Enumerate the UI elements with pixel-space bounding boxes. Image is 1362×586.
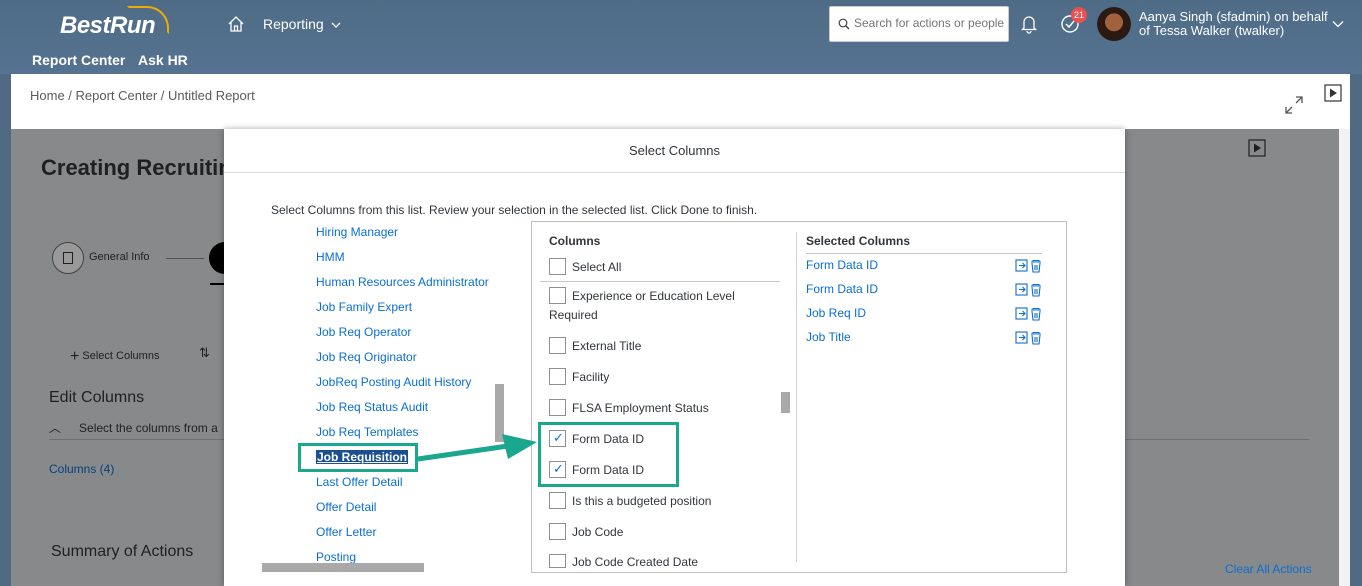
column-checkbox[interactable] — [549, 337, 566, 354]
select-all-label: Select All — [572, 260, 622, 274]
column-label: Job Code Created Date — [572, 555, 699, 569]
list-item[interactable]: Hiring Manager — [316, 225, 398, 239]
column-checkbox[interactable] — [549, 523, 566, 540]
search-icon — [838, 18, 850, 30]
selected-column[interactable]: Form Data ID — [806, 258, 878, 272]
columns-panel: Columns Select All Experience or Educati… — [531, 221, 1067, 573]
search-box[interactable] — [829, 6, 1009, 42]
column-checkbox[interactable] — [549, 368, 566, 385]
columns-header: Columns — [549, 234, 601, 248]
list-item[interactable]: JobReq Posting Audit History — [316, 375, 471, 389]
selected-column[interactable]: Job Req ID — [806, 306, 866, 320]
highlight-box — [298, 443, 418, 472]
rename-icon[interactable] — [1015, 307, 1028, 320]
fullscreen-icon[interactable] — [1284, 95, 1304, 115]
list-hscrollbar-thumb[interactable] — [262, 563, 424, 572]
selected-column[interactable]: Job Title — [806, 330, 851, 344]
nav-report-center[interactable]: Report Center — [32, 52, 125, 68]
breadcrumb[interactable]: Home / Report Center / Untitled Report — [30, 88, 255, 103]
selected-column-actions — [1015, 331, 1041, 345]
logo-arc — [127, 6, 169, 34]
column-checkbox[interactable] — [549, 554, 566, 568]
divider — [540, 281, 780, 282]
selected-column-actions — [1015, 283, 1041, 297]
clear-all-actions-link[interactable]: Clear All Actions — [1225, 562, 1312, 576]
rename-icon[interactable] — [1015, 259, 1028, 272]
delete-icon[interactable] — [1031, 283, 1041, 297]
user-name[interactable]: Aanya Singh (sfadmin) on behalf of Tessa… — [1139, 10, 1329, 38]
user-line-2: of Tessa Walker (twalker) — [1139, 23, 1285, 38]
column-checkbox[interactable] — [549, 399, 566, 416]
bell-icon[interactable] — [1020, 14, 1038, 34]
column-label: Experience or Education Level — [572, 289, 735, 303]
delete-icon[interactable] — [1031, 331, 1041, 345]
dialog-title: Select Columns — [628, 143, 721, 158]
rename-icon[interactable] — [1015, 283, 1028, 296]
column-label: Facility — [572, 370, 610, 384]
selected-column[interactable]: Form Data ID — [806, 282, 878, 296]
avatar[interactable] — [1097, 7, 1131, 41]
list-item[interactable]: Job Req Originator — [316, 350, 417, 364]
column-label-cont: Required — [549, 308, 598, 322]
home-icon[interactable] — [227, 15, 245, 33]
column-checkbox[interactable] — [549, 287, 566, 304]
select-all-checkbox[interactable] — [549, 258, 566, 275]
page-scrollbar[interactable] — [1339, 129, 1350, 586]
columns-scrollbar-thumb[interactable] — [781, 392, 790, 413]
delete-icon[interactable] — [1031, 259, 1041, 273]
reporting-label: Reporting — [263, 16, 324, 32]
rename-icon[interactable] — [1015, 331, 1028, 344]
selected-column-actions — [1015, 259, 1041, 273]
list-item[interactable]: Offer Letter — [316, 525, 376, 539]
search-input[interactable] — [854, 16, 1004, 30]
dialog-intro: Select Columns from this list. Review yo… — [271, 203, 758, 217]
chevron-down-icon[interactable] — [1332, 20, 1344, 28]
chevron-down-icon — [331, 22, 341, 28]
panel-divider — [796, 232, 797, 562]
selected-column-actions — [1015, 307, 1041, 321]
list-item[interactable]: Human Resources Administrator — [316, 275, 489, 289]
highlight-box — [538, 422, 679, 487]
column-label: Is this a budgeted position — [572, 494, 712, 508]
list-item[interactable]: Job Req Status Audit — [316, 400, 428, 414]
user-line-1: Aanya Singh (sfadmin) on behalf — [1139, 9, 1328, 24]
list-item[interactable]: Last Offer Detail — [316, 475, 402, 489]
shell-bar: BestRun Reporting Report Center Ask HR 2… — [0, 0, 1362, 74]
column-label: Job Code — [572, 525, 624, 539]
select-columns-dialog: Select Columns Select Columns from this … — [224, 129, 1125, 586]
list-item[interactable]: HMM — [316, 250, 345, 264]
divider — [806, 253, 1042, 254]
list-item[interactable]: Job Family Expert — [316, 300, 412, 314]
todo-count-badge: 21 — [1071, 7, 1087, 23]
column-label: FLSA Employment Status — [572, 401, 709, 415]
play-icon[interactable] — [1324, 84, 1342, 102]
column-label: External Title — [572, 339, 642, 353]
selected-columns-header: Selected Columns — [806, 234, 911, 248]
reporting-menu[interactable]: Reporting — [263, 16, 341, 32]
list-item[interactable]: Offer Detail — [316, 500, 376, 514]
delete-icon[interactable] — [1031, 307, 1041, 321]
list-item[interactable]: Job Req Templates — [316, 425, 419, 439]
nav-ask-hr[interactable]: Ask HR — [138, 52, 188, 68]
list-item[interactable]: Posting — [316, 550, 356, 564]
column-checkbox[interactable] — [549, 492, 566, 509]
dialog-header: Select Columns — [224, 129, 1125, 173]
list-item[interactable]: Job Req Operator — [316, 325, 411, 339]
annotation-arrow-icon — [417, 434, 537, 462]
